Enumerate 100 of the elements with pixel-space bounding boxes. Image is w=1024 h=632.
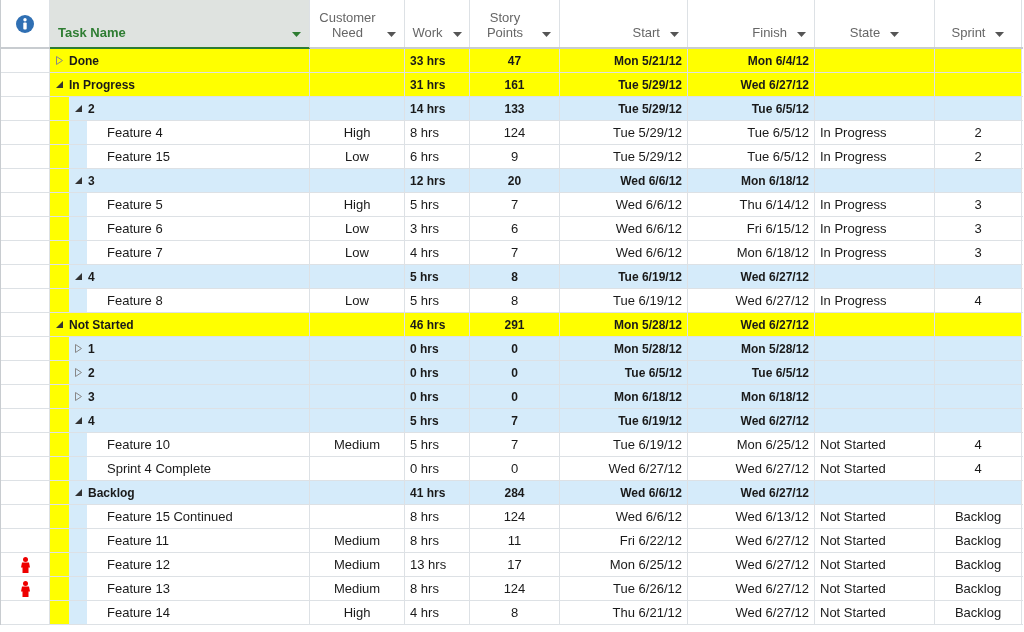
task-name: Feature 8 bbox=[107, 293, 163, 308]
outline-level-stripe bbox=[50, 433, 69, 456]
table-cell: Mon 5/28/12 bbox=[688, 337, 815, 360]
table-cell: 161 bbox=[470, 73, 560, 96]
dropdown-arrow-icon[interactable] bbox=[670, 32, 679, 37]
task-name: Feature 11 bbox=[107, 533, 169, 548]
table-cell: Mon 6/18/12 bbox=[688, 385, 815, 408]
table-cell: Wed 6/27/12 bbox=[688, 481, 815, 504]
table-cell: 0 bbox=[470, 361, 560, 384]
table-cell: Tue 5/29/12 bbox=[560, 73, 688, 96]
column-header[interactable]: Story Points bbox=[470, 0, 560, 47]
dropdown-arrow-icon[interactable] bbox=[890, 32, 900, 37]
dropdown-arrow-icon[interactable] bbox=[995, 32, 1005, 37]
expand-triangle-icon[interactable] bbox=[56, 56, 63, 65]
table-cell: 5 hrs bbox=[405, 265, 470, 288]
expand-triangle-icon[interactable] bbox=[75, 344, 82, 353]
task-name: Feature 13 bbox=[107, 581, 170, 596]
task-name: 4 bbox=[88, 413, 95, 428]
task-name: 3 bbox=[88, 389, 95, 404]
task-name: 3 bbox=[88, 173, 95, 188]
outline-level-stripe bbox=[50, 241, 69, 264]
table-cell: 291 bbox=[470, 313, 560, 336]
outline-level-stripe bbox=[69, 217, 87, 240]
dropdown-arrow-icon[interactable] bbox=[797, 32, 806, 37]
table-cell: 284 bbox=[470, 481, 560, 504]
table-cell: 46 hrs bbox=[405, 313, 470, 336]
outline-level-stripe bbox=[50, 529, 69, 552]
table-cell: 5 hrs bbox=[405, 409, 470, 432]
table-cell: Mon 5/28/12 bbox=[560, 337, 688, 360]
task-name: 2 bbox=[88, 365, 95, 380]
table-cell: Tue 6/19/12 bbox=[560, 265, 688, 288]
table-cell: 0 hrs bbox=[405, 337, 470, 360]
outline-level-stripe bbox=[69, 529, 87, 552]
table-cell: Wed 6/27/12 bbox=[688, 73, 815, 96]
table-cell: 0 bbox=[470, 385, 560, 408]
info-icon bbox=[16, 14, 34, 33]
table-cell: Wed 6/6/12 bbox=[560, 481, 688, 504]
table-cell: Mon 6/18/12 bbox=[560, 385, 688, 408]
outline-level-stripe bbox=[50, 385, 69, 408]
outline-level-stripe bbox=[50, 457, 69, 480]
table-cell: 0 bbox=[470, 337, 560, 360]
collapse-triangle-icon[interactable] bbox=[75, 105, 82, 112]
column-header[interactable]: Finish bbox=[688, 0, 815, 47]
task-name: Feature 15 bbox=[107, 149, 170, 164]
column-header[interactable]: State bbox=[815, 0, 935, 47]
dropdown-arrow-icon[interactable] bbox=[542, 32, 551, 37]
table-cell: 31 hrs bbox=[405, 73, 470, 96]
task-name: Feature 12 bbox=[107, 557, 170, 572]
column-header[interactable]: Start bbox=[560, 0, 688, 47]
expand-triangle-icon[interactable] bbox=[75, 392, 82, 401]
column-header[interactable]: Customer Need bbox=[310, 0, 405, 47]
task-name: Feature 15 Continued bbox=[107, 509, 233, 524]
column-header[interactable]: Task Name bbox=[50, 0, 310, 49]
table-cell: Tue 6/5/12 bbox=[688, 361, 815, 384]
table-cell: 8 bbox=[470, 265, 560, 288]
table-cell: 14 hrs bbox=[405, 97, 470, 120]
task-name: Backlog bbox=[88, 485, 135, 500]
outline-level-stripe bbox=[50, 505, 69, 528]
dropdown-arrow-icon[interactable] bbox=[452, 32, 462, 37]
outline-level-stripe bbox=[69, 577, 87, 600]
table-cell: Wed 6/27/12 bbox=[688, 265, 815, 288]
task-name: Feature 7 bbox=[107, 245, 163, 260]
table-cell: Wed 6/27/12 bbox=[688, 313, 815, 336]
collapse-triangle-icon[interactable] bbox=[75, 273, 82, 280]
column-header[interactable]: Work bbox=[405, 0, 470, 47]
table-cell: Tue 6/5/12 bbox=[560, 361, 688, 384]
dropdown-arrow-icon[interactable] bbox=[387, 32, 396, 37]
task-name: Feature 4 bbox=[107, 125, 163, 140]
dropdown-arrow-icon[interactable] bbox=[292, 32, 301, 37]
table-cell: 47 bbox=[470, 49, 560, 72]
outline-level-stripe bbox=[50, 169, 69, 192]
table-cell: 33 hrs bbox=[405, 49, 470, 72]
table-cell: Tue 6/19/12 bbox=[560, 409, 688, 432]
task-name: Feature 14 bbox=[107, 605, 170, 620]
table-cell: 133 bbox=[470, 97, 560, 120]
outline-level-stripe bbox=[50, 601, 69, 624]
outline-level-stripe bbox=[50, 145, 69, 168]
collapse-triangle-icon[interactable] bbox=[75, 177, 82, 184]
task-name: In Progress bbox=[69, 77, 136, 92]
outline-level-stripe bbox=[50, 217, 69, 240]
task-name: 4 bbox=[88, 269, 95, 284]
collapse-triangle-icon[interactable] bbox=[75, 489, 82, 496]
task-name: Feature 6 bbox=[107, 221, 163, 236]
collapse-triangle-icon[interactable] bbox=[75, 417, 82, 424]
table-cell: 7 bbox=[470, 409, 560, 432]
task-name: Sprint 4 Complete bbox=[107, 461, 212, 476]
collapse-triangle-icon[interactable] bbox=[56, 81, 63, 88]
column-header[interactable]: Sprint bbox=[935, 0, 1022, 47]
task-name: Feature 10 bbox=[107, 437, 170, 452]
table-cell: Mon 6/4/12 bbox=[688, 49, 815, 72]
outline-level-stripe bbox=[50, 193, 69, 216]
collapse-triangle-icon[interactable] bbox=[56, 321, 63, 328]
table-cell: Mon 5/28/12 bbox=[560, 313, 688, 336]
expand-triangle-icon[interactable] bbox=[75, 368, 82, 377]
task-name: Feature 5 bbox=[107, 197, 163, 212]
outline-level-stripe bbox=[50, 265, 69, 288]
table-cell: Wed 6/27/12 bbox=[688, 409, 815, 432]
table-cell: Mon 5/21/12 bbox=[560, 49, 688, 72]
outline-level-stripe bbox=[50, 481, 69, 504]
table-cell: 0 hrs bbox=[405, 361, 470, 384]
